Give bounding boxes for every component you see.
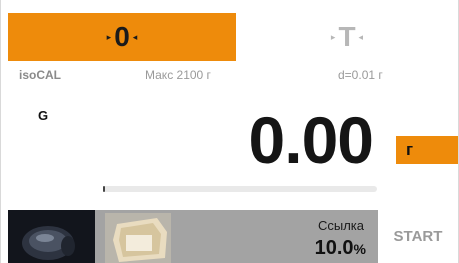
reference-value: 10.0% xyxy=(315,237,366,260)
sample-image-graphic xyxy=(8,210,95,263)
weight-readout: 0.00 xyxy=(248,103,374,177)
zero-symbol: 0 xyxy=(114,21,130,52)
capacity-bargraph xyxy=(103,186,377,192)
max-capacity-label: Макс 2100 г xyxy=(145,68,211,82)
tare-left-marker: ▸ xyxy=(330,31,336,42)
reference-label: Ссылка xyxy=(317,218,364,233)
reference-number: 10.0 xyxy=(314,237,354,259)
calibration-mode-label: isoCAL xyxy=(19,68,61,82)
bottom-strip: Ссылка 10.0% START xyxy=(0,210,459,263)
zero-button[interactable]: ▸ 0 ◂ xyxy=(8,13,236,61)
unit-button[interactable]: г xyxy=(396,136,458,164)
zero-left-marker: ▸ xyxy=(106,31,112,42)
function-key-bar: ▸ 0 ◂ ▸ T ◂ xyxy=(0,13,459,61)
sample-image-icon[interactable] xyxy=(8,210,95,263)
unit-label: г xyxy=(406,140,414,159)
gross-indicator: G xyxy=(38,108,49,123)
tare-button[interactable]: ▸ T ◂ xyxy=(236,13,458,61)
start-button[interactable]: START xyxy=(378,210,458,263)
tare-symbol: T xyxy=(338,21,356,52)
zero-right-marker: ◂ xyxy=(132,31,138,42)
capacity-bargraph-fill xyxy=(103,186,105,192)
tare-right-marker: ◂ xyxy=(358,31,364,42)
readability-label: d=0.01 г xyxy=(338,68,383,82)
reference-panel[interactable]: Ссылка 10.0% xyxy=(95,210,378,263)
reference-unit: % xyxy=(353,241,366,257)
